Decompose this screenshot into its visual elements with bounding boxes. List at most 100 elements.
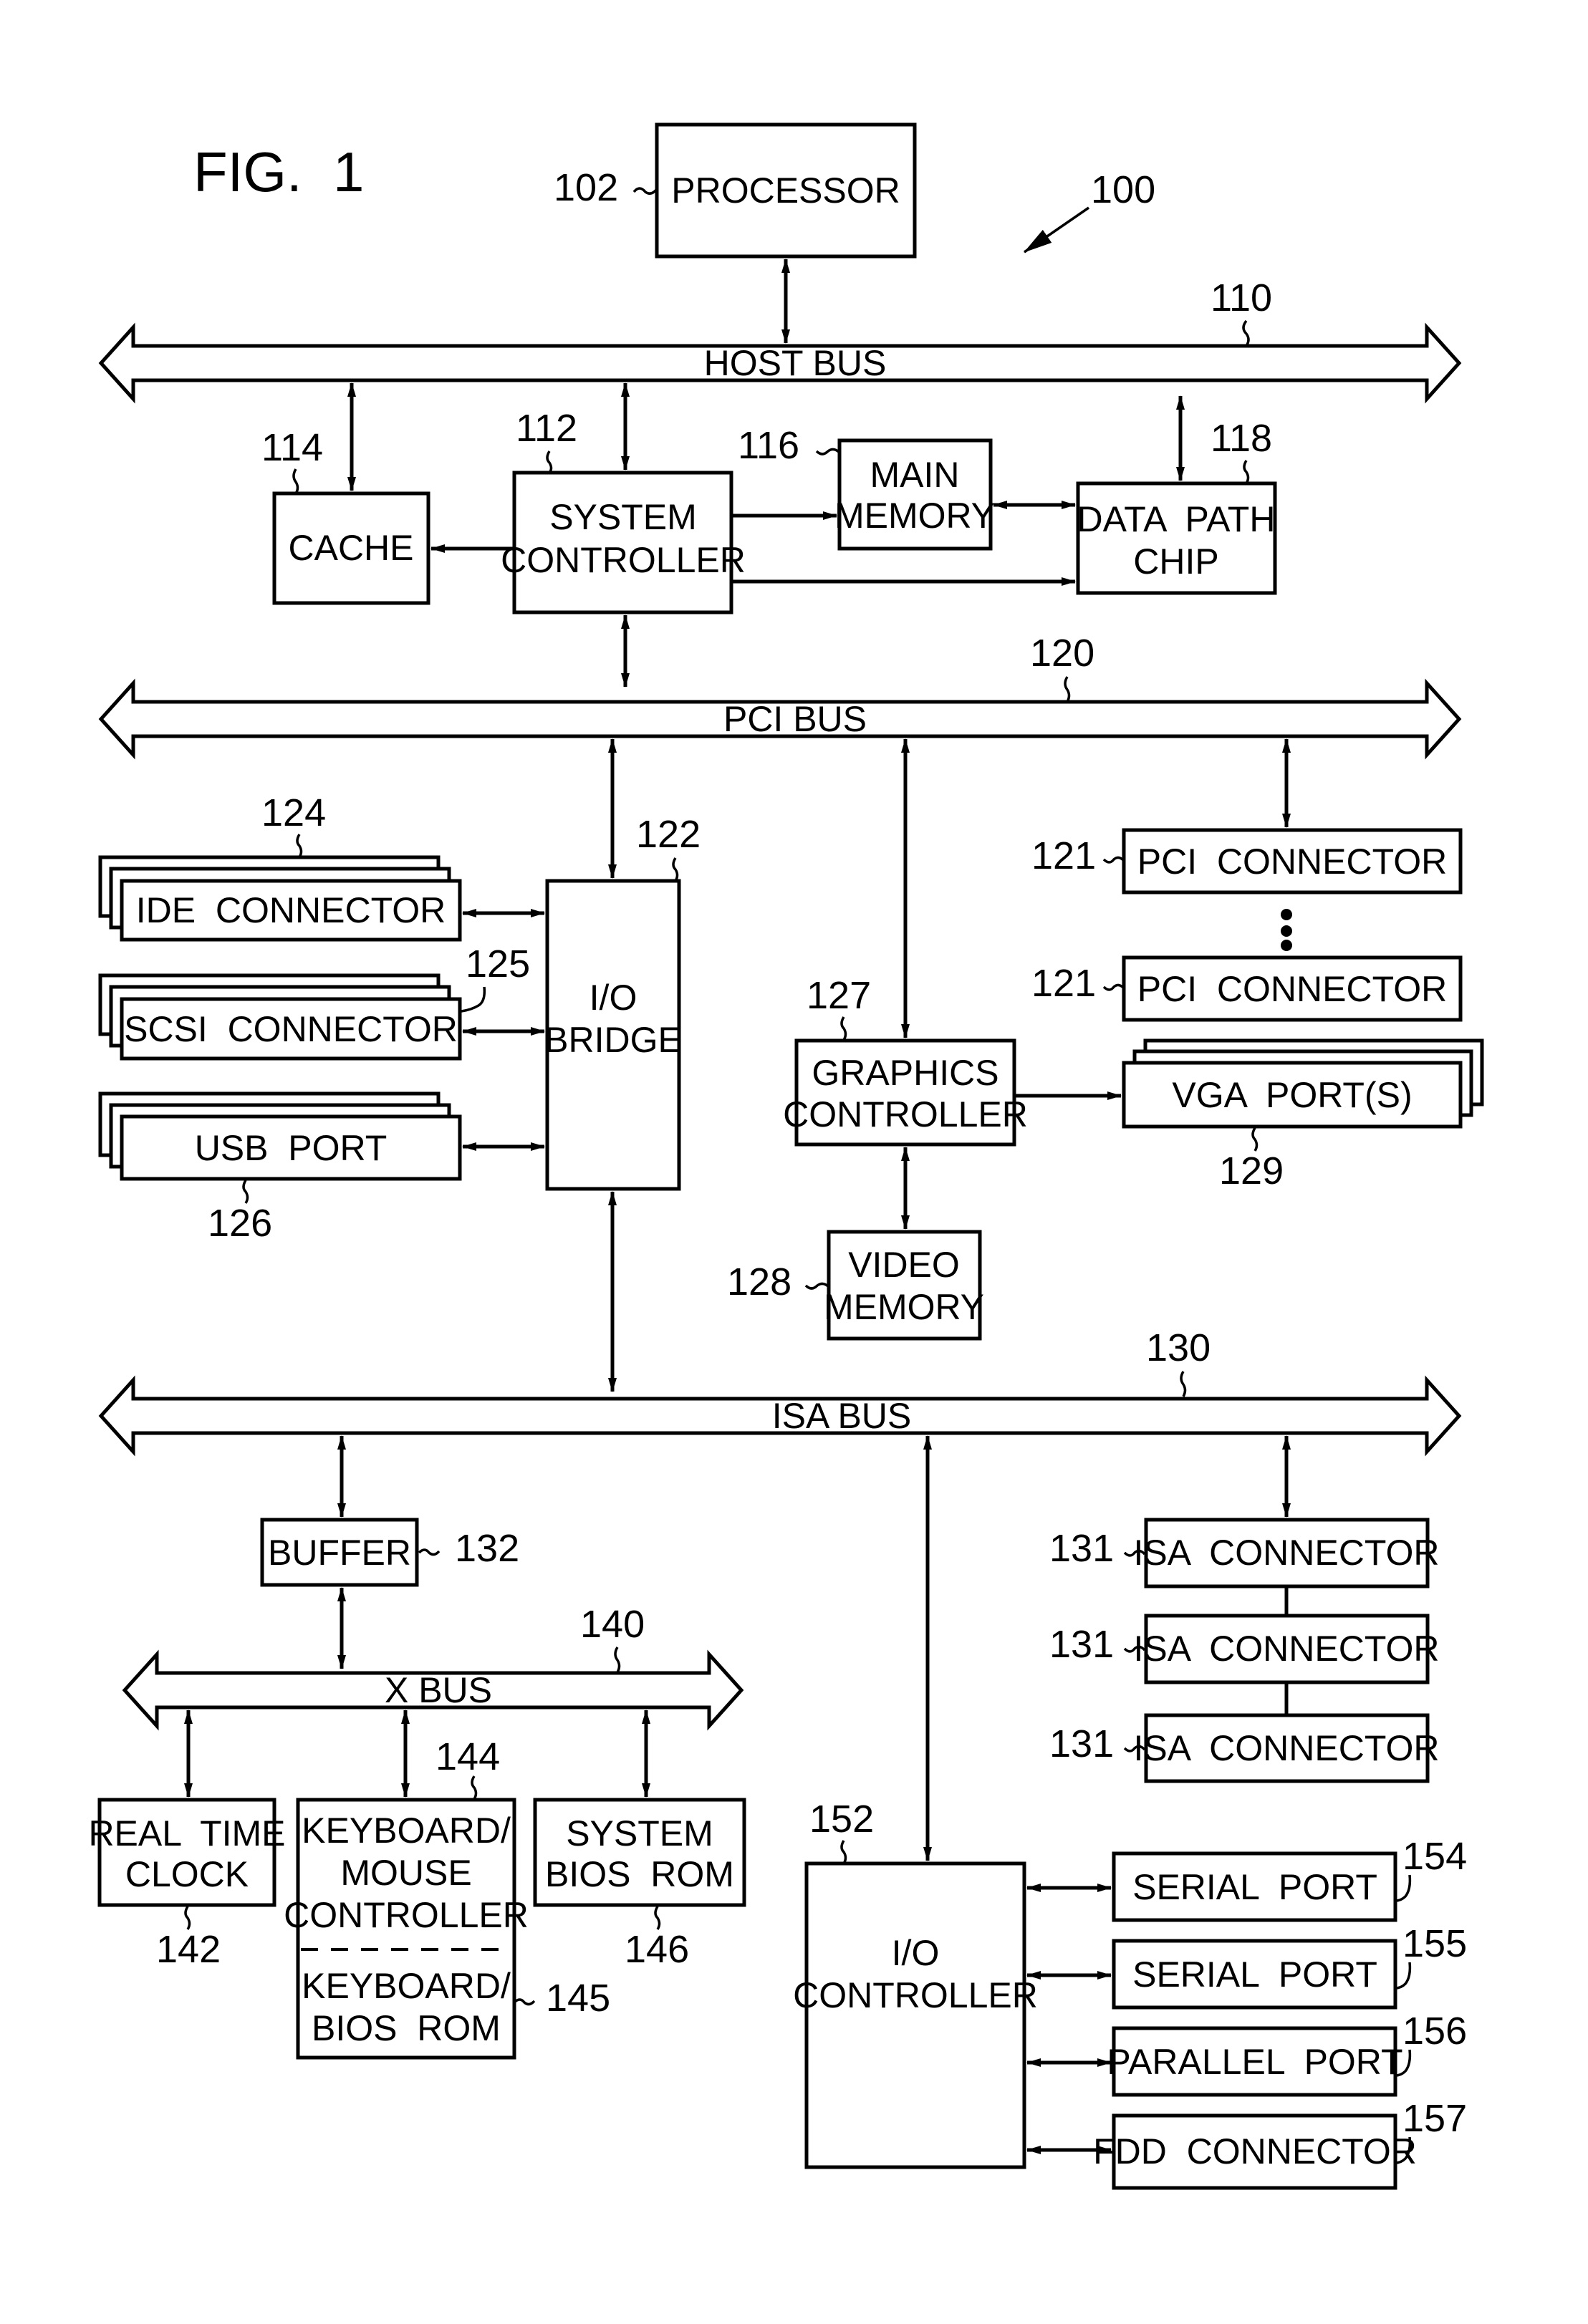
leader-122 [672, 857, 679, 882]
leader-154 [1395, 1874, 1412, 1902]
block-diagram: FIG. 1 100 HOST BUS 110 PROCESSOR 102 CA… [88, 122, 1484, 2190]
serial-port-1-block: SERIAL PORT [1112, 1851, 1397, 1922]
cache-label: CACHE [288, 528, 413, 568]
leader-121-a [1102, 856, 1125, 864]
keyboard-mouse-controller-label-2: MOUSE [340, 1853, 471, 1893]
pci-connector-1-label: PCI CONNECTOR [1137, 842, 1447, 882]
leader-102 [632, 187, 658, 195]
usb-port-stack: USB PORT [98, 1091, 462, 1181]
ref-132: 132 [455, 1527, 519, 1570]
ref-112: 112 [516, 407, 577, 450]
leader-124 [296, 834, 303, 858]
ref-120: 120 [1030, 632, 1094, 675]
leader-132 [418, 1548, 441, 1556]
figure-title: FIG. 1 [193, 140, 364, 203]
usb-port-label: USB PORT [195, 1128, 388, 1168]
system-bios-rom-block: SYSTEM BIOS ROM [533, 1798, 746, 1907]
keyboard-mouse-controller-label-1: KEYBOARD/ [302, 1810, 511, 1851]
data-path-chip-label-2: CHIP [1133, 541, 1218, 582]
io-controller-label-1: I/O [892, 1933, 940, 1973]
ref-125: 125 [466, 942, 530, 985]
buffer-block: BUFFER [260, 1518, 419, 1587]
leader-145 [513, 1998, 536, 2006]
pci-connector-2-block: PCI CONNECTOR [1122, 955, 1463, 1022]
ref-129: 129 [1219, 1149, 1284, 1192]
leader-152 [840, 1840, 847, 1864]
host-bus: HOST BUS [98, 322, 1462, 404]
leader-130 [1180, 1371, 1187, 1397]
ref-121-a: 121 [1031, 834, 1096, 877]
ref-128: 128 [727, 1260, 791, 1303]
keyboard-mouse-controller-label-3: CONTROLLER [284, 1895, 529, 1935]
pci-connector-2-label: PCI CONNECTOR [1137, 969, 1447, 1009]
ref-140: 140 [580, 1603, 645, 1646]
main-memory-label-2: MEMORY [834, 496, 995, 536]
graphics-controller-label-2: CONTROLLER [783, 1094, 1028, 1134]
leader-116 [815, 448, 841, 455]
isa-connector-1-label: ISA CONNECTOR [1134, 1533, 1440, 1573]
leader-144 [471, 1775, 478, 1800]
pci-connector-1-block: PCI CONNECTOR [1122, 828, 1463, 895]
fdd-connector-block: FDD CONNECTOR [1093, 2113, 1417, 2190]
main-memory-label-1: MAIN [870, 455, 960, 495]
pci-bus: PCI BUS [98, 678, 1462, 760]
serial-port-2-block: SERIAL PORT [1112, 1939, 1397, 2010]
isa-connector-2-label: ISA CONNECTOR [1134, 1629, 1440, 1669]
ref-155: 155 [1402, 1922, 1467, 1965]
x-bus: X BUS [122, 1649, 744, 1731]
io-controller-label-2: CONTROLLER [793, 1975, 1038, 2015]
ref-124: 124 [261, 791, 326, 834]
vga-ports-label: VGA PORT(S) [1172, 1075, 1412, 1115]
leader-129 [1251, 1127, 1259, 1152]
leader-120 [1064, 676, 1071, 703]
x-bus-label: X BUS [385, 1670, 492, 1710]
graphics-controller-label-1: GRAPHICS [812, 1053, 998, 1093]
ellipsis-dot [1281, 940, 1292, 951]
system-bios-rom-label-2: BIOS ROM [545, 1854, 734, 1894]
leader-114 [292, 468, 299, 494]
isa-bus-label: ISA BUS [772, 1396, 912, 1436]
keyboard-controller-block: KEYBOARD/ MOUSE CONTROLLER KEYBOARD/ BIO… [284, 1798, 529, 2060]
graphics-controller-block: GRAPHICS CONTROLLER [783, 1038, 1028, 1147]
ref-142: 142 [156, 1928, 221, 1971]
system-controller-label-2: CONTROLLER [501, 540, 746, 580]
main-memory-block: MAIN MEMORY [834, 438, 995, 551]
leader-118 [1243, 460, 1250, 484]
isa-connector-1-block: ISA CONNECTOR [1134, 1518, 1440, 1588]
ref-144: 144 [436, 1735, 500, 1778]
ref-156: 156 [1402, 2010, 1467, 2053]
ref-145: 145 [546, 1977, 610, 2020]
ref-130: 130 [1146, 1326, 1211, 1369]
keyboard-bios-rom-label-2: BIOS ROM [312, 2008, 501, 2048]
ref-110: 110 [1211, 276, 1272, 319]
video-memory-label-2: MEMORY [824, 1287, 984, 1327]
ref-116: 116 [738, 424, 799, 467]
ref-146: 146 [625, 1928, 689, 1971]
leader-146 [654, 1906, 661, 1930]
io-bridge-block: I/O BRIDGE [544, 879, 682, 1191]
parallel-port-block: PARALLEL PORT [1107, 2026, 1403, 2097]
leader-142 [184, 1906, 191, 1930]
ref-122: 122 [636, 813, 701, 856]
leader-121-b [1102, 983, 1125, 991]
io-bridge-label-1: I/O [590, 978, 637, 1018]
ref-102: 102 [554, 166, 618, 209]
ref-131-b: 131 [1049, 1623, 1114, 1666]
video-memory-block: VIDEO MEMORY [824, 1230, 984, 1341]
video-memory-label-1: VIDEO [848, 1245, 960, 1285]
real-time-clock-label-2: CLOCK [125, 1854, 249, 1894]
ref-100: 100 [1091, 168, 1155, 211]
ellipsis-dot [1281, 909, 1292, 920]
ref-131-c: 131 [1049, 1722, 1114, 1765]
ref-121-b: 121 [1031, 962, 1096, 1005]
ref-131-a: 131 [1049, 1527, 1114, 1570]
scsi-connector-stack: SCSI CONNECTOR [98, 973, 462, 1061]
leader-127 [840, 1016, 847, 1041]
buffer-label: BUFFER [268, 1533, 411, 1573]
isa-connector-3-label: ISA CONNECTOR [1134, 1728, 1440, 1768]
ref-127: 127 [807, 974, 871, 1017]
real-time-clock-label-1: REAL TIME [88, 1813, 285, 1853]
ref-126: 126 [208, 1202, 272, 1245]
pci-bus-label: PCI BUS [723, 699, 867, 739]
leader-126 [242, 1180, 249, 1204]
